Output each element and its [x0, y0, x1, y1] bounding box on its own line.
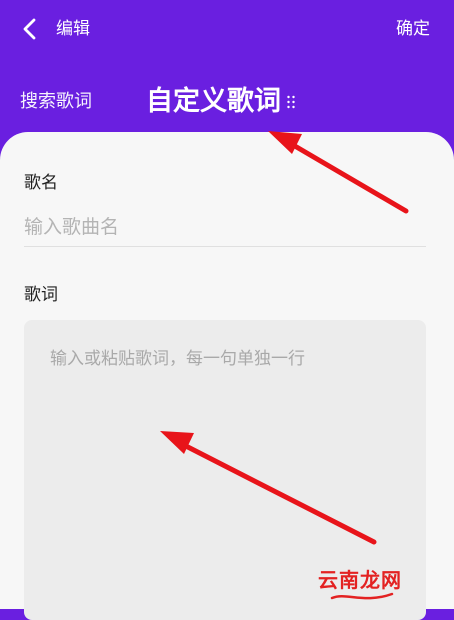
chevron-left-icon [23, 18, 36, 40]
lyrics-tabs: 搜索歌词 自定义歌词 [0, 80, 454, 126]
page-title: 编辑 [56, 19, 90, 39]
confirm-button[interactable]: 确定 [396, 18, 430, 40]
tab-custom-lyrics[interactable]: 自定义歌词 [146, 84, 281, 120]
watermark-brush-mark [330, 592, 394, 600]
back-button[interactable] [16, 14, 44, 44]
lyrics-label: 歌词 [24, 285, 58, 305]
song-name-input[interactable] [24, 208, 426, 247]
custom-lyrics-form: 歌名 歌词 [0, 132, 454, 620]
song-name-label: 歌名 [24, 173, 58, 193]
top-bar: 编辑 确定 [0, 0, 454, 60]
drag-handle-icon [287, 95, 295, 109]
tab-search-lyrics[interactable]: 搜索歌词 [20, 90, 92, 114]
